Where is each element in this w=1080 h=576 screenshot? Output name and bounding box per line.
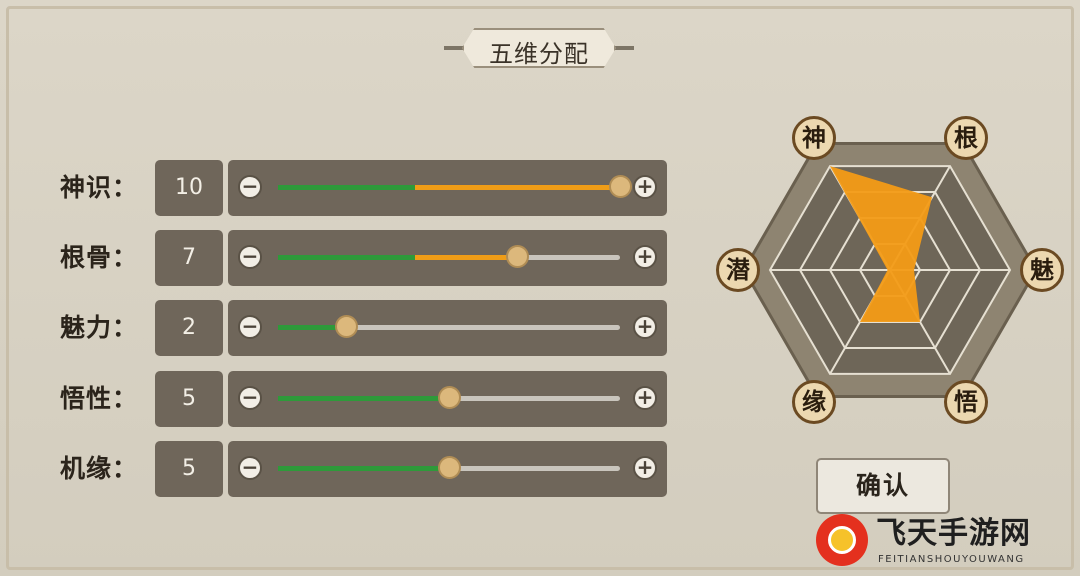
decrease-button[interactable]: −	[238, 175, 262, 199]
slider-knob[interactable]	[438, 456, 461, 479]
increase-button[interactable]: +	[633, 245, 657, 269]
increase-button[interactable]: +	[633, 175, 657, 199]
watermark: 飞天手游网 FEITIANSHOUYOUWANG	[814, 506, 1080, 576]
attribute-label: 悟性：	[60, 384, 139, 413]
attribute-label: 神识：	[60, 173, 139, 202]
attribute-slider: − +	[228, 160, 667, 216]
decrease-button[interactable]: −	[238, 245, 262, 269]
increase-button[interactable]: +	[633, 386, 657, 410]
attribute-value: 7	[155, 230, 223, 286]
page-title: 五维分配	[489, 40, 589, 68]
attribute-label: 机缘：	[60, 454, 139, 483]
slider-fill-base	[278, 396, 449, 401]
attribute-label: 根骨：	[60, 243, 139, 272]
attribute-value: 10	[155, 160, 223, 216]
watermark-name: 飞天手游网	[876, 516, 1031, 551]
slider-track[interactable]	[278, 325, 620, 330]
attribute-label: 魅力：	[60, 313, 139, 342]
slider-fill-added	[414, 185, 620, 190]
watermark-logo	[816, 514, 868, 566]
decrease-button[interactable]: −	[238, 386, 262, 410]
attribute-value: 5	[155, 441, 223, 497]
slider-knob[interactable]	[438, 386, 461, 409]
attribute-value: 2	[155, 300, 223, 356]
increase-button[interactable]: +	[633, 315, 657, 339]
slider-knob[interactable]	[506, 245, 530, 268]
attribute-slider: − +	[228, 371, 667, 427]
title-plate: 五维分配	[444, 26, 634, 70]
watermark-sub: FEITIANSHOUYOUWANG	[878, 554, 1025, 565]
slider-fill-added	[414, 255, 518, 260]
increase-button[interactable]: +	[633, 456, 657, 480]
attribute-slider: − +	[228, 441, 667, 497]
attribute-slider: − +	[228, 230, 667, 286]
radar-node-label: 悟	[944, 379, 988, 424]
radar-node-label: 魅	[1020, 248, 1064, 292]
radar-node-label: 潜	[716, 248, 760, 292]
watermark-logo-coin	[828, 526, 856, 554]
slider-knob[interactable]	[609, 175, 632, 198]
attribute-value: 5	[155, 371, 223, 427]
slider-fill-base	[278, 185, 415, 190]
slider-knob[interactable]	[335, 315, 359, 338]
slider-fill-base	[278, 466, 449, 471]
radar-node-label: 缘	[792, 379, 836, 424]
slider-track[interactable]	[278, 185, 620, 190]
decrease-button[interactable]: −	[238, 456, 262, 480]
slider-fill-base	[278, 255, 415, 260]
attribute-slider: − +	[228, 300, 667, 356]
slider-track[interactable]	[278, 255, 620, 260]
decrease-button[interactable]: −	[238, 315, 262, 339]
